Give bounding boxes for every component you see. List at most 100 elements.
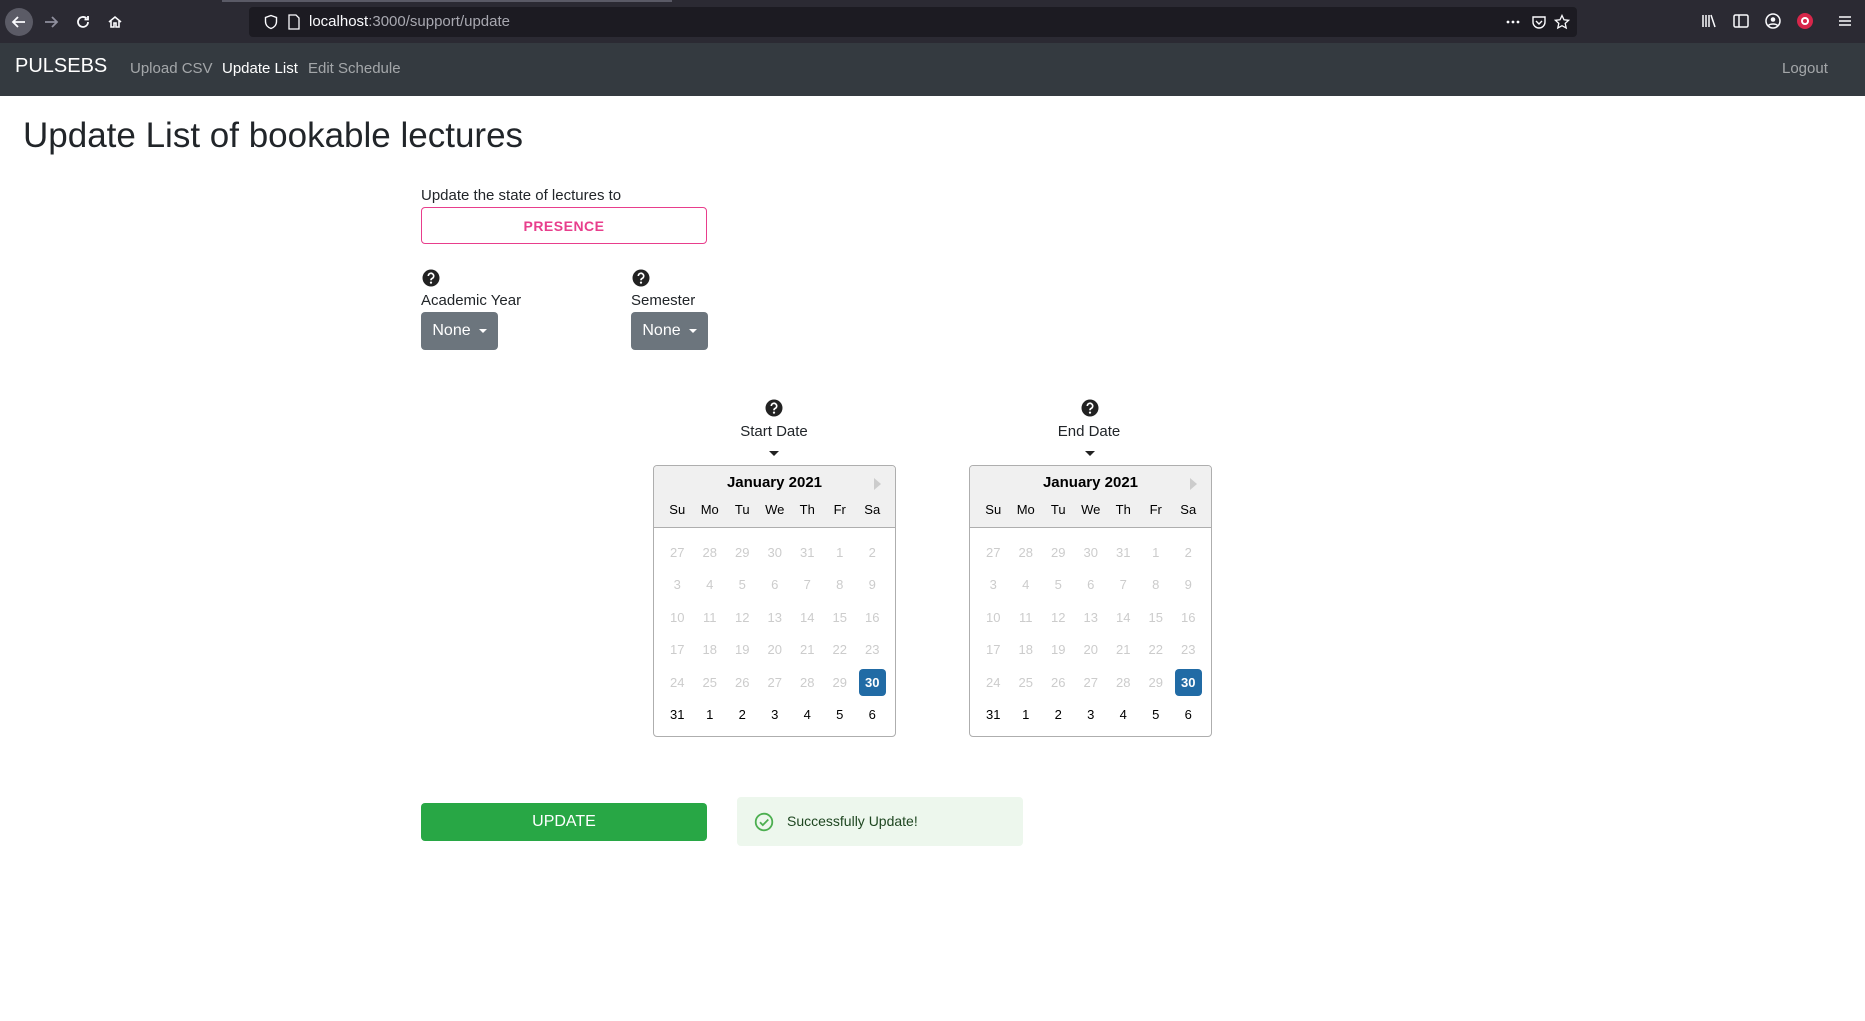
pocket-icon[interactable]	[1531, 14, 1547, 30]
nav-link-update-list[interactable]: Update List	[222, 60, 298, 77]
weekday-label: Th	[799, 502, 815, 517]
calendar-day: 13	[767, 609, 782, 625]
calendar-day: 1	[836, 544, 844, 560]
calendar-day: 15	[1148, 609, 1163, 625]
menu-icon[interactable]	[1836, 12, 1854, 30]
calendar-day[interactable]: 2	[726, 701, 759, 728]
calendar-day: 23	[1181, 642, 1196, 658]
calendar-day: 28	[800, 674, 815, 690]
calendar-day: 4	[706, 577, 714, 593]
calendar-day: 20	[767, 642, 782, 658]
url-bar[interactable]: localhost:3000/support/update	[249, 7, 1577, 37]
alert-message: Successfully Update!	[787, 813, 918, 829]
star-icon[interactable]	[1554, 14, 1570, 30]
calendar-day: 2	[1184, 544, 1192, 560]
caret-down-icon	[769, 451, 779, 456]
home-icon	[108, 15, 122, 28]
next-month-icon[interactable]	[1190, 478, 1197, 490]
weekday-label: Sa	[1180, 502, 1197, 517]
calendar-day[interactable]: 6	[1172, 701, 1205, 728]
extension-icon[interactable]	[1796, 12, 1814, 30]
calendar-week-row: 3 4 5 6 7 8 9	[661, 569, 889, 602]
arrow-left-icon	[11, 16, 25, 28]
calendar-week-row: 10 11 12 13 14 15 16	[977, 601, 1205, 634]
calendar-week-row: 10 11 12 13 14 15 16	[661, 601, 889, 634]
calendar-day[interactable]: 6	[856, 701, 889, 728]
calendar-day[interactable]: 5	[1140, 701, 1173, 728]
reload-icon	[77, 16, 89, 28]
next-month-icon[interactable]	[874, 478, 881, 490]
update-button[interactable]: UPDATE	[421, 803, 707, 841]
calendar-day[interactable]: 3	[1075, 701, 1108, 728]
academic-year-label: Academic Year	[421, 292, 522, 309]
calendar-day[interactable]: 3	[759, 701, 792, 728]
calendar-day: 19	[735, 642, 750, 658]
sidebar-icon[interactable]	[1732, 12, 1750, 30]
calendar-week-row: 27 28 29 30 31 1 2	[661, 536, 889, 569]
academic-year-dropdown[interactable]: None	[421, 312, 498, 350]
calendar-day: 27	[986, 544, 1001, 560]
question-circle-icon[interactable]	[1081, 399, 1099, 417]
start-date-calendar[interactable]: January 2021 Su Mo Tu We Th Fr Sa 27 28 29 30 31 1 2…	[653, 465, 896, 737]
nav-link-edit-schedule[interactable]: Edit Schedule	[308, 60, 401, 77]
calendar-day: 22	[1148, 642, 1163, 658]
account-icon[interactable]	[1764, 12, 1782, 30]
calendar-header: January 2021 Su Mo Tu We Th Fr Sa	[970, 466, 1211, 528]
question-circle-icon[interactable]	[422, 269, 440, 287]
calendar-day: 10	[670, 609, 685, 625]
calendar-day: 14	[800, 609, 815, 625]
arrow-right-icon	[45, 16, 59, 28]
presence-toggle-button[interactable]: PRESENCE	[421, 207, 707, 244]
more-actions-icon[interactable]	[1505, 14, 1521, 30]
url-path: :3000/support/update	[368, 13, 510, 30]
calendar-day: 8	[836, 577, 844, 593]
calendar-day: 16	[1181, 609, 1196, 625]
semester-dropdown[interactable]: None	[631, 312, 708, 350]
calendar-day[interactable]: 4	[1107, 701, 1140, 728]
calendar-day[interactable]: 5	[824, 701, 857, 728]
calendar-day: 29	[1148, 674, 1163, 690]
calendar-day: 18	[702, 642, 717, 658]
calendar-day: 2	[868, 544, 876, 560]
calendar-day-selected[interactable]: 30	[858, 668, 886, 696]
url-text[interactable]: localhost:3000/support/update	[309, 13, 510, 30]
caret-down-icon	[1085, 451, 1095, 456]
calendar-day[interactable]: 31	[661, 701, 694, 728]
brand-logo[interactable]: PULSEBS	[15, 55, 107, 78]
nav-link-upload-csv[interactable]: Upload CSV	[130, 60, 213, 77]
logout-link[interactable]: Logout	[1782, 60, 1828, 77]
weekday-label: Fr	[833, 502, 846, 517]
question-circle-icon[interactable]	[632, 269, 650, 287]
calendar-day: 27	[670, 544, 685, 560]
calendar-day-selected[interactable]: 30	[1174, 668, 1202, 696]
calendar-day: 7	[803, 577, 811, 593]
calendar-day: 29	[832, 674, 847, 690]
forward-button[interactable]	[37, 8, 65, 36]
success-alert: Successfully Update!	[737, 797, 1023, 846]
weekday-label: Su	[985, 502, 1002, 517]
calendar-day[interactable]: 31	[977, 701, 1010, 728]
back-button[interactable]	[5, 8, 33, 36]
page-icon[interactable]	[287, 14, 301, 30]
calendar-day: 16	[865, 609, 880, 625]
weekday-row: Su Mo Tu We Th Fr Sa	[977, 502, 1205, 517]
calendar-day[interactable]: 2	[1042, 701, 1075, 728]
calendar-day: 24	[670, 674, 685, 690]
calendar-day: 27	[1083, 674, 1098, 690]
calendar-day[interactable]: 1	[694, 701, 727, 728]
end-date-calendar[interactable]: January 2021 Su Mo Tu We Th Fr Sa 27 28 29 30 31 1 2…	[969, 465, 1212, 737]
calendar-week-row: 24 25 26 27 28 29 30	[977, 666, 1205, 699]
shield-icon[interactable]	[263, 14, 279, 30]
calendar-day: 6	[1087, 577, 1095, 593]
calendar-month: January 2021	[726, 474, 823, 491]
calendar-header: January 2021 Su Mo Tu We Th Fr Sa	[654, 466, 895, 528]
question-circle-icon[interactable]	[765, 399, 783, 417]
calendar-day[interactable]: 1	[1010, 701, 1043, 728]
weekday-label: We	[765, 502, 785, 517]
calendar-day[interactable]: 4	[791, 701, 824, 728]
library-icon[interactable]	[1700, 12, 1718, 30]
reload-button[interactable]	[69, 8, 97, 36]
calendar-day: 8	[1152, 577, 1160, 593]
calendar-day: 5	[738, 577, 746, 593]
home-button[interactable]	[101, 8, 129, 36]
